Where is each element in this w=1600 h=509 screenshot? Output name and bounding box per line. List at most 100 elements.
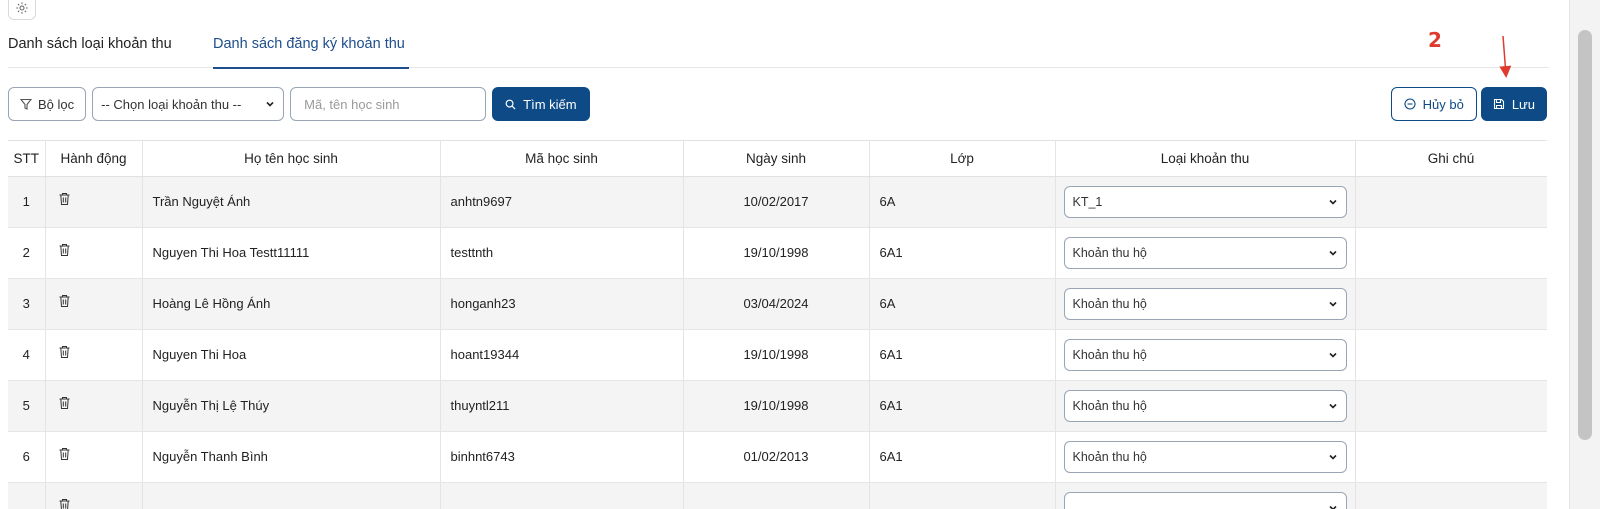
cell-student-code (440, 482, 684, 509)
fee-type-row-select[interactable]: Khoản thu hộ (1063, 440, 1347, 473)
cell-student-code: honganh23 (440, 278, 684, 330)
trash-icon (59, 346, 69, 358)
cell-note[interactable] (1355, 431, 1547, 483)
cell-note[interactable] (1355, 329, 1547, 381)
fee-type-row-select[interactable] (1063, 491, 1347, 509)
cell-dob: 03/04/2024 (683, 278, 870, 330)
cell-actions (45, 176, 143, 228)
cell-stt: 3 (8, 278, 46, 330)
column-header-dob: Ngày sinh (683, 141, 870, 177)
cell-stt: 5 (8, 380, 46, 432)
column-header-student-code: Mã học sinh (440, 141, 684, 177)
filter-button[interactable]: Bộ lọc (8, 87, 87, 121)
fee-type-row-select[interactable]: Khoản thu hộ (1063, 389, 1347, 422)
fee-type-row-select-value: Khoản thu hộ (1072, 449, 1147, 464)
cell-fee-type: Khoản thu hộ (1055, 278, 1356, 330)
trash-icon (59, 244, 69, 256)
cell-actions (45, 278, 143, 330)
cell-dob: 19/10/1998 (683, 380, 870, 432)
table-header-row: STT Hành động Họ tên học sinh Mã học sin… (8, 141, 1547, 177)
cell-student-code: hoant19344 (440, 329, 684, 381)
cell-student-code: thuyntl211 (440, 380, 684, 432)
cell-class: 6A1 (869, 431, 1056, 483)
cell-dob: 01/02/2013 (683, 431, 870, 483)
cancel-button-label: Hủy bỏ (1422, 96, 1464, 112)
save-button[interactable]: Lưu (1480, 87, 1547, 121)
search-input[interactable]: Mã, tên học sinh (290, 87, 487, 121)
fee-type-select-value: -- Chọn loại khoản thu -- (101, 96, 242, 112)
column-header-class: Lớp (869, 141, 1056, 177)
annotation-number-2: 2 (1428, 28, 1442, 52)
tab-bar: Danh sách loại khoản thu Danh sách đăng … (8, 30, 1549, 69)
cell-student-name: Hoàng Lê Hồng Ánh (142, 278, 441, 330)
cell-class: 6A (869, 176, 1056, 228)
cell-note[interactable] (1355, 482, 1547, 509)
cell-student-code: testtnth (440, 227, 684, 279)
tab-fee-registrations[interactable]: Danh sách đăng ký khoản thu (213, 36, 409, 69)
cell-student-code: binhnt6743 (440, 431, 684, 483)
table-row: 5 Nguyễn Thị Lệ Thúy thuyntl211 19/10/1998 6… (8, 380, 1547, 432)
cell-class: 6A (869, 278, 1056, 330)
settings-button[interactable] (8, 0, 36, 20)
cell-fee-type (1055, 482, 1356, 509)
chevron-down-icon (1328, 199, 1337, 205)
fee-type-row-select-value: Khoản thu hộ (1072, 296, 1147, 311)
fee-type-row-select-value: Khoản thu hộ (1072, 245, 1147, 260)
trash-icon (59, 193, 69, 205)
table-row (8, 482, 1547, 509)
page-scrollbar[interactable] (1569, 0, 1600, 509)
cell-note[interactable] (1355, 278, 1547, 330)
cell-note[interactable] (1355, 380, 1547, 432)
fee-type-select[interactable]: -- Chọn loại khoản thu -- (92, 87, 285, 121)
cell-note[interactable] (1355, 176, 1547, 228)
cell-student-name: Nguyễn Thị Lệ Thúy (142, 380, 441, 432)
trash-icon (59, 499, 69, 509)
column-header-student-name: Họ tên học sinh (142, 141, 441, 177)
cell-student-name: Nguyen Thi Hoa Testt11111 (142, 227, 441, 279)
chevron-down-icon (1328, 301, 1337, 307)
trash-icon (59, 448, 69, 460)
cell-dob: 19/10/1998 (683, 329, 870, 381)
cell-student-name (142, 482, 441, 509)
table-row: 4 Nguyen Thi Hoa hoant19344 19/10/1998 6A1 Kh… (8, 329, 1547, 381)
cell-actions (45, 380, 143, 432)
table-row: 1 Trần Nguyệt Ánh anhtn9697 10/02/2017 6A KT_… (8, 176, 1547, 228)
fee-type-row-select-value: Khoản thu hộ (1072, 398, 1147, 413)
fee-type-row-select[interactable]: Khoản thu hộ (1063, 287, 1347, 320)
search-button[interactable]: Tìm kiếm (492, 87, 590, 121)
scrollbar-thumb[interactable] (1578, 30, 1592, 440)
form-actions: Hủy bỏ Lưu (1390, 87, 1547, 121)
fee-type-row-select[interactable]: Khoản thu hộ (1063, 338, 1347, 371)
cell-stt: 4 (8, 329, 46, 381)
table-row: 2 Nguyen Thi Hoa Testt11111 testtnth 19/10/… (8, 227, 1547, 279)
cell-note[interactable] (1355, 227, 1547, 279)
fee-type-row-select[interactable]: KT_1 (1063, 185, 1347, 218)
trash-icon (59, 397, 69, 409)
cancel-button[interactable]: Hủy bỏ (1390, 87, 1477, 121)
filter-toolbar: Bộ lọc -- Chọn loại khoản thu -- Mã, tên… (8, 87, 590, 121)
floppy-disk-icon (1493, 98, 1504, 110)
cell-student-name: Trần Nguyệt Ánh (142, 176, 441, 228)
cell-actions (45, 329, 143, 381)
cell-actions (45, 431, 143, 483)
cell-class: 6A1 (869, 380, 1056, 432)
cell-stt: 1 (8, 176, 46, 228)
tab-fee-types[interactable]: Danh sách loại khoản thu (8, 36, 172, 68)
cell-actions (45, 482, 143, 509)
fee-type-row-select[interactable]: Khoản thu hộ (1063, 236, 1347, 269)
gear-icon (16, 2, 28, 14)
trash-icon (59, 295, 69, 307)
cell-stt: 2 (8, 227, 46, 279)
cell-student-name: Nguyễn Thanh Bình (142, 431, 441, 483)
registration-table: STT Hành động Họ tên học sinh Mã học sin… (8, 140, 1547, 509)
cell-stt (8, 482, 46, 509)
column-header-actions: Hành động (45, 141, 143, 177)
chevron-down-icon (1328, 505, 1337, 509)
fee-type-row-select-value: KT_1 (1072, 194, 1103, 209)
cell-student-code: anhtn9697 (440, 176, 684, 228)
cell-dob (683, 482, 870, 509)
cell-fee-type: Khoản thu hộ (1055, 227, 1356, 279)
column-header-stt: STT (8, 141, 46, 177)
column-header-fee-type: Loại khoản thu (1055, 141, 1356, 177)
table-row: 6 Nguyễn Thanh Bình binhnt6743 01/02/2013 6A… (8, 431, 1547, 483)
